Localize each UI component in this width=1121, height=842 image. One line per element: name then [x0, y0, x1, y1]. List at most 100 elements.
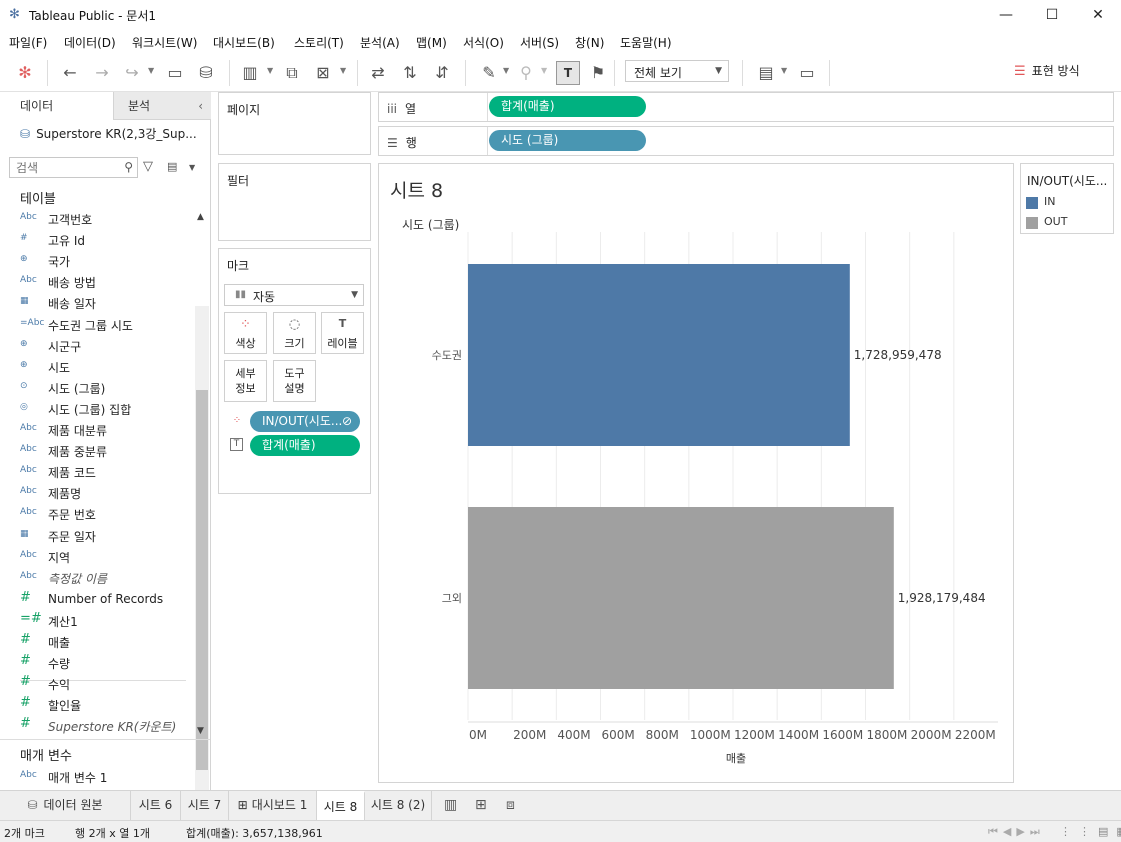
field-item[interactable]: Abc 측정값 이름: [20, 568, 190, 589]
field-item[interactable]: Abc 고객번호: [20, 209, 190, 230]
new-worksheet-icon[interactable]: ▥: [444, 797, 457, 813]
tableau-home-icon[interactable]: ✻: [14, 63, 36, 83]
label-pill[interactable]: 합계(매출): [250, 435, 360, 456]
list-view-icon[interactable]: ▤: [167, 160, 177, 173]
field-item[interactable]: Abc 주문 번호: [20, 504, 190, 525]
menu-dashboard[interactable]: 대시보드(B): [213, 34, 275, 51]
menu-worksheet[interactable]: 워크시트(W): [132, 34, 197, 51]
save-icon[interactable]: ▭: [164, 63, 186, 83]
show-mark-labels-icon[interactable]: T: [556, 61, 580, 85]
search-input[interactable]: [10, 158, 110, 177]
rows-pill[interactable]: 시도 (그룹): [489, 130, 646, 151]
replay-icon[interactable]: ↪: [121, 63, 143, 83]
field-item[interactable]: Abc 제품명: [20, 483, 190, 504]
tab-data[interactable]: 데이터: [0, 92, 113, 120]
field-item[interactable]: ▦ 주문 일자: [20, 526, 190, 547]
menu-help[interactable]: 도움말(H): [620, 34, 672, 51]
sheet-sorter-icon[interactable]: ⋮⋮▤▦: [1060, 825, 1121, 838]
field-item[interactable]: # 고유 Id: [20, 230, 190, 251]
field-item[interactable]: ⊙ 시도 (그룹): [20, 378, 190, 399]
undo-icon[interactable]: ←: [59, 63, 81, 83]
collapse-pane-icon[interactable]: ‹: [198, 92, 203, 120]
menu-format[interactable]: 서식(O): [463, 34, 504, 51]
highlight-icon[interactable]: ✎: [478, 63, 500, 83]
show-me-button[interactable]: ☰ 표현 방식: [1014, 62, 1080, 79]
menu-data[interactable]: 데이터(D): [64, 34, 116, 51]
field-item[interactable]: Abc 제품 코드: [20, 462, 190, 483]
filters-card[interactable]: 필터: [218, 163, 371, 241]
new-worksheet-caret-icon[interactable]: ▼: [267, 66, 273, 75]
minimize-button[interactable]: —: [983, 0, 1029, 30]
tab-sheet-7[interactable]: 시트 7: [181, 791, 229, 820]
field-item[interactable]: ⊕ 시도: [20, 357, 190, 378]
columns-shelf[interactable]: iii 열 합계(매출): [378, 92, 1114, 122]
show-cards-icon[interactable]: ▤: [755, 63, 777, 83]
fit-view-select[interactable]: 전체 보기 ▼: [625, 60, 729, 82]
filter-icon[interactable]: ▽: [143, 159, 153, 174]
sheet-title[interactable]: 시트 8: [390, 176, 443, 203]
swap-icon[interactable]: ⇄: [367, 63, 389, 83]
duplicate-icon[interactable]: ⧉: [281, 63, 303, 83]
field-item[interactable]: # Superstore KR(카운트): [20, 716, 190, 737]
field-item[interactable]: # 할인율: [20, 695, 190, 716]
field-item[interactable]: # Number of Records: [20, 590, 190, 611]
field-item[interactable]: # 매출: [20, 632, 190, 653]
bar[interactable]: [468, 264, 850, 446]
fix-axes-icon[interactable]: ⚑: [587, 63, 609, 83]
view-caret-icon[interactable]: ▼: [189, 163, 195, 172]
menu-file[interactable]: 파일(F): [9, 34, 47, 51]
show-cards-caret-icon[interactable]: ▼: [781, 66, 787, 75]
menu-story[interactable]: 스토리(T): [294, 34, 344, 51]
field-item[interactable]: ◎ 시도 (그룹) 집합: [20, 399, 190, 420]
redo-icon[interactable]: →: [91, 63, 113, 83]
bar[interactable]: [468, 507, 894, 689]
color-button[interactable]: ⁘ 색상: [224, 312, 267, 354]
menu-analysis[interactable]: 분석(A): [360, 34, 400, 51]
group-members-icon[interactable]: ⚲: [515, 63, 537, 83]
columns-pill[interactable]: 합계(매출): [489, 96, 646, 117]
menu-server[interactable]: 서버(S): [520, 34, 559, 51]
new-datasource-icon[interactable]: ⛁: [195, 63, 217, 83]
label-button[interactable]: T 레이블: [321, 312, 364, 354]
field-item[interactable]: Abc 배송 방법: [20, 272, 190, 293]
sheet-navigation-icon[interactable]: ⏮◀▶⏭: [988, 825, 1045, 839]
replay-caret-icon[interactable]: ▼: [148, 66, 154, 75]
field-item[interactable]: =# 계산1: [20, 611, 190, 632]
field-item[interactable]: ⊕ 국가: [20, 251, 190, 272]
color-pill[interactable]: IN/OUT(시도... ⊘: [250, 411, 360, 432]
tab-sheet-8-copy[interactable]: 시트 8 (2): [365, 791, 432, 820]
field-item[interactable]: =Abc 수도권 그룹 시도: [20, 315, 190, 336]
tab-sheet-6[interactable]: 시트 6: [131, 791, 181, 820]
tooltip-button[interactable]: 도구 설명: [273, 360, 316, 402]
sort-ascending-icon[interactable]: ⇅: [399, 63, 421, 83]
field-item[interactable]: # 수익: [20, 674, 190, 695]
tab-analysis[interactable]: 분석 ‹: [113, 92, 211, 120]
sort-descending-icon[interactable]: ⇵: [431, 63, 453, 83]
menu-window[interactable]: 창(N): [575, 34, 604, 51]
menu-map[interactable]: 맵(M): [416, 34, 447, 51]
new-worksheet-icon[interactable]: ▥: [239, 63, 261, 83]
clear-caret-icon[interactable]: ▼: [340, 66, 346, 75]
parameter-item[interactable]: Abc 매개 변수 1: [20, 767, 190, 788]
group-caret-icon[interactable]: ▼: [541, 66, 547, 75]
presentation-mode-icon[interactable]: ▭: [796, 63, 818, 83]
highlight-caret-icon[interactable]: ▼: [503, 66, 509, 75]
rows-shelf[interactable]: ☰ 행 시도 (그룹): [378, 126, 1114, 156]
clear-sheet-icon[interactable]: ⊠: [312, 63, 334, 83]
mark-type-select[interactable]: ▮▮ 자동 ▼: [224, 284, 364, 306]
tab-sheet-8[interactable]: 시트 8: [317, 791, 365, 820]
scroll-up-icon[interactable]: ▲: [197, 212, 204, 222]
color-legend[interactable]: IN/OUT(시도... IN OUT: [1020, 163, 1114, 234]
field-item[interactable]: Abc 제품 대분류: [20, 420, 190, 441]
size-button[interactable]: ◌ 크기: [273, 312, 316, 354]
new-dashboard-icon[interactable]: ⊞: [475, 797, 487, 813]
scrollbar-thumb[interactable]: [196, 390, 208, 770]
field-item[interactable]: ▦ 배송 일자: [20, 293, 190, 314]
field-item[interactable]: # 수량: [20, 653, 190, 674]
search-field[interactable]: ⚲: [9, 157, 138, 178]
maximize-button[interactable]: ☐: [1029, 0, 1075, 30]
field-item[interactable]: Abc 제품 중분류: [20, 441, 190, 462]
tab-datasource[interactable]: ⛁ 데이터 원본: [0, 791, 131, 820]
scroll-down-icon[interactable]: ▼: [197, 726, 204, 736]
tab-dashboard-1[interactable]: ⊞ 대시보드 1: [229, 791, 317, 820]
